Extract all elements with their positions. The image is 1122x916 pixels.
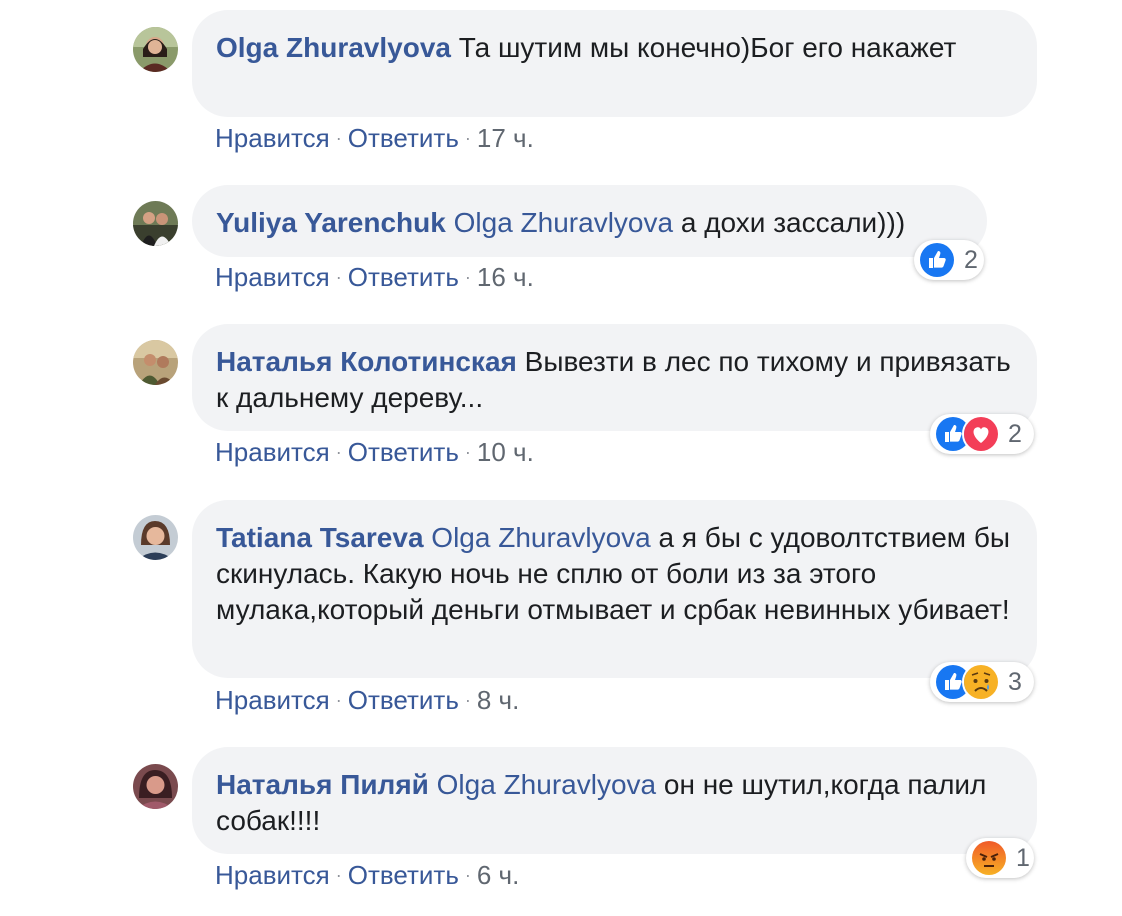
reactions-summary[interactable]: 2 <box>914 240 984 280</box>
comment-time[interactable]: 6 ч. <box>477 860 519 890</box>
separator: · <box>335 690 342 710</box>
like-button[interactable]: Нравится <box>215 685 330 715</box>
sad-icon <box>962 663 1000 701</box>
comment-actions: Нравится · Ответить · 6 ч. <box>215 860 519 893</box>
avatar[interactable] <box>133 340 178 385</box>
separator: · <box>464 442 471 462</box>
reaction-count: 1 <box>1016 843 1030 872</box>
mention-link[interactable]: Olga Zhuravlyova <box>431 522 650 553</box>
love-icon <box>962 415 1000 453</box>
avatar[interactable] <box>133 515 178 560</box>
avatar[interactable] <box>133 201 178 246</box>
comment-bubble: Tatiana Tsareva Olga Zhuravlyova а я бы … <box>192 500 1037 678</box>
reply-button[interactable]: Ответить <box>348 437 459 467</box>
comment-time[interactable]: 8 ч. <box>477 685 519 715</box>
mention-link[interactable]: Olga Zhuravlyova <box>454 207 673 238</box>
comment-bubble: Olga Zhuravlyova Та шутим мы конечно)Бог… <box>192 10 1037 117</box>
separator: · <box>464 267 471 287</box>
mention-link[interactable]: Olga Zhuravlyova <box>437 769 656 800</box>
comment-time[interactable]: 10 ч. <box>477 437 534 467</box>
comment-time[interactable]: 17 ч. <box>477 123 534 153</box>
reaction-count: 2 <box>1008 419 1022 448</box>
separator: · <box>335 865 342 885</box>
angry-icon <box>970 839 1008 877</box>
like-button[interactable]: Нравится <box>215 123 330 153</box>
comment-bubble: Наталья Колотинская Вывезти в лес по тих… <box>192 324 1037 431</box>
avatar[interactable] <box>133 764 178 809</box>
reply-button[interactable]: Ответить <box>348 860 459 890</box>
reaction-count: 2 <box>964 245 978 274</box>
reaction-count: 3 <box>1008 667 1022 696</box>
comment-bubble: Yuliya Yarenchuk Olga Zhuravlyova а дохи… <box>192 185 987 257</box>
separator: · <box>464 128 471 148</box>
reactions-summary[interactable]: 1 <box>966 838 1034 878</box>
like-icon <box>918 241 956 279</box>
separator: · <box>464 690 471 710</box>
comment-author[interactable]: Olga Zhuravlyova <box>216 32 451 63</box>
reply-button[interactable]: Ответить <box>348 123 459 153</box>
avatar[interactable] <box>133 27 178 72</box>
comment-actions: Нравится · Ответить · 17 ч. <box>215 123 534 156</box>
comment-actions: Нравится · Ответить · 16 ч. <box>215 262 534 295</box>
reply-button[interactable]: Ответить <box>348 262 459 292</box>
comment-bubble: Наталья Пиляй Olga Zhuravlyova он не шут… <box>192 747 1037 854</box>
comment-actions: Нравится · Ответить · 10 ч. <box>215 437 534 470</box>
comment-time[interactable]: 16 ч. <box>477 262 534 292</box>
separator: · <box>335 442 342 462</box>
reactions-summary[interactable]: 3 <box>930 662 1034 702</box>
comment-actions: Нравится · Ответить · 8 ч. <box>215 685 519 718</box>
comment-author[interactable]: Наталья Пиляй <box>216 769 429 800</box>
reply-button[interactable]: Ответить <box>348 685 459 715</box>
comment-author[interactable]: Yuliya Yarenchuk <box>216 207 446 238</box>
separator: · <box>335 267 342 287</box>
like-button[interactable]: Нравится <box>215 262 330 292</box>
comment-author[interactable]: Tatiana Tsareva <box>216 522 424 553</box>
like-button[interactable]: Нравится <box>215 437 330 467</box>
comment-author[interactable]: Наталья Колотинская <box>216 346 517 377</box>
reactions-summary[interactable]: 2 <box>930 414 1034 454</box>
like-button[interactable]: Нравится <box>215 860 330 890</box>
separator: · <box>335 128 342 148</box>
separator: · <box>464 865 471 885</box>
comment-text: Та шутим мы конечно)Бог его накажет <box>458 32 957 63</box>
comment-text: а дохи зассали))) <box>680 207 906 238</box>
